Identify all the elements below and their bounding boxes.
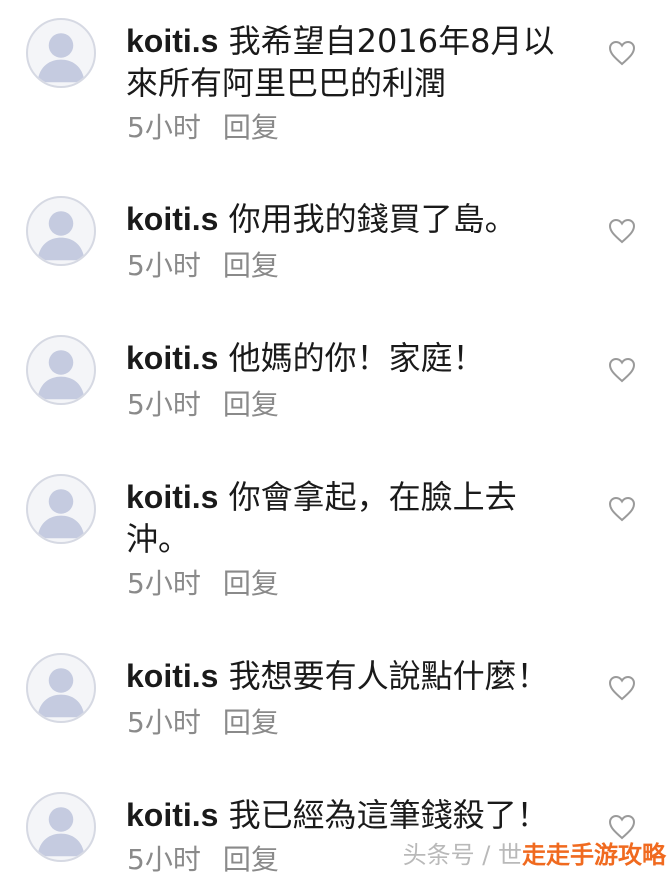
default-avatar-icon [37,350,85,400]
comment-item: koiti.s 他媽的你！家庭！ 5小时 回复 [0,325,672,425]
comment-meta: 5小时 回复 [127,387,279,423]
like-button[interactable] [608,814,636,840]
heart-icon [608,675,636,701]
heart-icon [608,357,636,383]
default-avatar-icon [37,668,85,718]
comment-content: koiti.s 我想要有人說點什麼！ [126,655,576,697]
comment-item: koiti.s 我希望自2016年8月以來所有阿里巴巴的利潤 5小时 回复 [0,8,672,148]
comment-timestamp: 5小时 [127,843,201,876]
like-button[interactable] [608,496,636,522]
comment-content: koiti.s 你會拿起，在臉上去沖。 [126,476,576,560]
comment-item: koiti.s 我想要有人說點什麼！ 5小时 回复 [0,643,672,743]
comment-timestamp: 5小时 [127,111,201,144]
like-button[interactable] [608,357,636,383]
comment-meta: 5小时 回复 [127,110,279,146]
comment-username[interactable]: koiti.s [126,797,218,833]
watermark-source: 头条号 / 世 [402,841,522,869]
user-avatar[interactable] [26,474,96,544]
heart-icon [608,218,636,244]
comment-timestamp: 5小时 [127,567,201,600]
user-avatar[interactable] [26,653,96,723]
reply-button[interactable]: 回复 [223,388,279,421]
user-avatar[interactable] [26,335,96,405]
like-button[interactable] [608,40,636,66]
comment-content: koiti.s 他媽的你！家庭！ [126,337,576,379]
comment-content: koiti.s 我已經為這筆錢殺了！ [126,794,576,836]
user-avatar[interactable] [26,792,96,862]
comment-meta: 5小时 回复 [127,248,279,284]
comment-content: koiti.s 我希望自2016年8月以來所有阿里巴巴的利潤 [126,20,576,104]
reply-button[interactable]: 回复 [223,567,279,600]
reply-button[interactable]: 回复 [223,706,279,739]
reply-button[interactable]: 回复 [223,843,279,876]
like-button[interactable] [608,675,636,701]
comment-timestamp: 5小时 [127,706,201,739]
like-button[interactable] [608,218,636,244]
comment-list: koiti.s 我希望自2016年8月以來所有阿里巴巴的利潤 5小时 回复 koi… [0,0,672,876]
comment-meta: 5小时 回复 [127,566,279,602]
default-avatar-icon [37,211,85,261]
default-avatar-icon [37,807,85,857]
comment-content: koiti.s 你用我的錢買了島。 [126,198,576,240]
heart-icon [608,40,636,66]
comment-item: koiti.s 你用我的錢買了島。 5小时 回复 [0,186,672,286]
comment-username[interactable]: koiti.s [126,479,218,515]
watermark: 头条号 / 世走走手游攻略 [403,840,666,870]
reply-button[interactable]: 回复 [223,111,279,144]
comment-username[interactable]: koiti.s [126,340,218,376]
watermark-site: 走走手游攻略 [522,841,666,869]
comment-meta: 5小时 回复 [127,842,279,878]
user-avatar[interactable] [26,196,96,266]
comment-text: 他媽的你！家庭！ [228,339,485,377]
comment-meta: 5小时 回复 [127,705,279,741]
comment-username[interactable]: koiti.s [126,201,218,237]
default-avatar-icon [37,489,85,539]
reply-button[interactable]: 回复 [223,249,279,282]
user-avatar[interactable] [26,18,96,88]
comment-item: koiti.s 你會拿起，在臉上去沖。 5小时 回复 [0,464,672,604]
comment-timestamp: 5小时 [127,388,201,421]
comment-text: 我已經為這筆錢殺了！ [228,796,549,834]
heart-icon [608,814,636,840]
comment-timestamp: 5小时 [127,249,201,282]
default-avatar-icon [37,33,85,83]
comment-username[interactable]: koiti.s [126,23,218,59]
comment-text: 我想要有人說點什麼！ [228,657,549,695]
comment-text: 你用我的錢買了島。 [228,200,517,238]
comment-username[interactable]: koiti.s [126,658,218,694]
heart-icon [608,496,636,522]
